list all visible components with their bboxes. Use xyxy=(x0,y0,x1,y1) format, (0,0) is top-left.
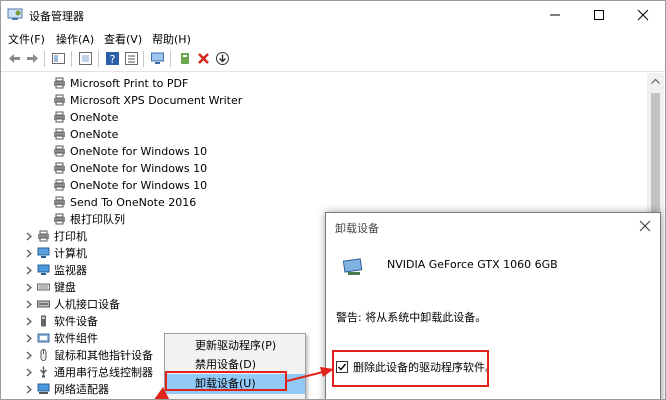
chevron-right-icon[interactable] xyxy=(25,232,33,241)
toolbar-separator xyxy=(44,51,45,67)
tree-item-label: 网络适配器 xyxy=(54,383,109,396)
dialog-title: 卸载设备 xyxy=(335,222,379,235)
context-item-update-driver[interactable]: 更新驱动程序(P) xyxy=(165,336,305,356)
toolbar-separator xyxy=(71,51,72,67)
chevron-right-icon[interactable] xyxy=(25,385,33,394)
toolbar-separator xyxy=(98,51,99,67)
tree-item-label: OneNote xyxy=(70,128,119,141)
chevron-right-icon[interactable] xyxy=(25,283,33,292)
tree-item-label: 人机接口设备 xyxy=(54,298,120,311)
usb-icon xyxy=(40,366,47,378)
toolbar-separator xyxy=(170,51,171,67)
tree-item-label: 监视器 xyxy=(54,264,87,277)
close-button[interactable] xyxy=(621,1,665,29)
tree-item-label: 键盘 xyxy=(54,281,76,294)
printer-icon xyxy=(54,196,65,208)
context-item-label: 更新驱动程序(P) xyxy=(195,339,277,352)
show-hidden-icon[interactable] xyxy=(78,51,93,66)
menu-bar: 文件(F) 操作(A) 查看(V) 帮助(H) xyxy=(1,29,665,47)
download-icon[interactable] xyxy=(215,51,230,66)
back-arrow-icon[interactable] xyxy=(7,51,22,66)
tree-item-label: 软件组件 xyxy=(54,332,98,345)
keyboard-icon xyxy=(37,283,50,291)
printer-icon xyxy=(54,213,65,225)
tree-item-label: 通用串行总线控制器 xyxy=(54,366,153,379)
tree-item-label: OneNote xyxy=(70,111,119,124)
tree-item-label: Microsoft XPS Document Writer xyxy=(70,94,243,107)
device-manager-window: 设备管理器 文件(F) 操作(A) 查看(V) 帮助(H) ? Microsof… xyxy=(0,0,666,400)
toolbar-separator xyxy=(143,51,144,67)
list-view-icon[interactable] xyxy=(124,51,139,66)
tree-item-label: OneNote for Windows 10 xyxy=(70,145,208,158)
maximize-icon xyxy=(594,10,604,20)
chevron-right-icon[interactable] xyxy=(25,317,33,326)
chevron-right-icon[interactable] xyxy=(25,249,33,258)
annotation-highlight-checkbox xyxy=(332,350,489,387)
hid-icon xyxy=(37,300,50,308)
forward-arrow-icon[interactable] xyxy=(25,51,40,66)
tree-item-label: 软件设备 xyxy=(54,315,98,328)
svg-text:?: ? xyxy=(110,53,116,66)
device-manager-icon xyxy=(7,8,23,20)
tree-item-label: 打印机 xyxy=(54,230,87,243)
chevron-right-icon[interactable] xyxy=(25,334,33,343)
printer-icon xyxy=(54,128,65,140)
tree-item-label: Microsoft Print to PDF xyxy=(70,77,189,90)
monitor-icon xyxy=(37,264,50,275)
software-device-icon xyxy=(41,315,46,327)
chevron-right-icon[interactable] xyxy=(25,351,33,360)
title-bar: 设备管理器 xyxy=(1,1,665,29)
maximize-button[interactable] xyxy=(577,1,621,29)
menu-help[interactable]: 帮助(H) xyxy=(152,31,191,47)
menu-view[interactable]: 查看(V) xyxy=(104,31,142,47)
software-component-icon xyxy=(37,333,50,343)
properties-icon[interactable] xyxy=(51,51,66,66)
tree-item-label: 计算机 xyxy=(54,247,87,260)
remove-device-icon[interactable] xyxy=(196,51,211,66)
monitor-icon[interactable] xyxy=(150,51,165,66)
chevron-right-icon[interactable] xyxy=(25,266,33,275)
chevron-right-icon[interactable] xyxy=(25,368,33,377)
device-name: NVIDIA GeForce GTX 1060 6GB xyxy=(387,258,558,271)
minimize-icon xyxy=(550,14,560,16)
network-adapter-icon xyxy=(37,383,50,394)
tree-item-label: Send To OneNote 2016 xyxy=(70,196,197,209)
printer-icon xyxy=(54,179,65,191)
uninstall-warning: 警告: 将从系统中卸载此设备。 xyxy=(336,311,487,324)
dialog-close-icon[interactable] xyxy=(638,219,652,233)
tree-item-label: 鼠标和其他指针设备 xyxy=(54,349,153,362)
printer-icon xyxy=(54,94,65,106)
scroll-up-icon[interactable] xyxy=(647,73,664,90)
printer-icon xyxy=(54,162,65,174)
mouse-icon xyxy=(40,349,47,361)
help-icon[interactable]: ? xyxy=(105,51,120,66)
display-adapter-icon xyxy=(342,258,363,275)
toolbar: ? xyxy=(1,47,665,72)
window-title: 设备管理器 xyxy=(29,10,84,23)
close-icon xyxy=(637,9,649,21)
menu-file[interactable]: 文件(F) xyxy=(8,31,45,47)
computer-icon xyxy=(37,247,50,258)
tree-item-label: OneNote for Windows 10 xyxy=(70,179,208,192)
annotation-highlight-uninstall xyxy=(165,371,287,391)
printer-icon xyxy=(54,77,65,89)
chevron-right-icon[interactable] xyxy=(25,300,33,309)
tree-item-label: 根打印队列 xyxy=(70,213,125,226)
printer-icon xyxy=(54,145,65,157)
tree-item-label: OneNote for Windows 10 xyxy=(70,162,208,175)
update-driver-icon[interactable] xyxy=(178,51,193,66)
printer-icon xyxy=(54,111,65,123)
printer-icon xyxy=(38,230,49,242)
menu-action[interactable]: 操作(A) xyxy=(56,31,94,47)
minimize-button[interactable] xyxy=(533,1,577,29)
